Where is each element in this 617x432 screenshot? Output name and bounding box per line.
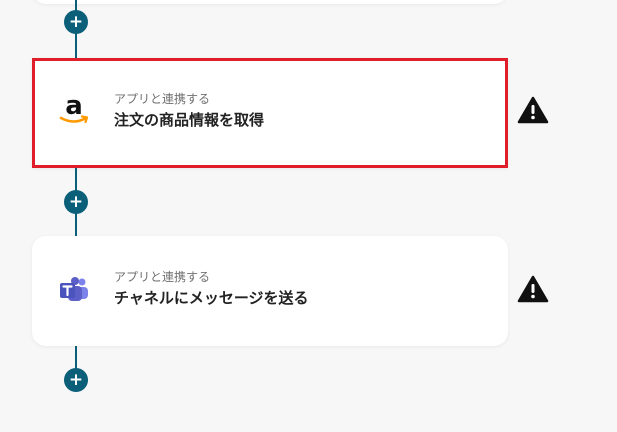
flow-step-teams[interactable]: アプリと連携する チャネルにメッセージを送る — [32, 236, 508, 346]
flow-step-amazon[interactable]: a アプリと連携する 注文の商品情報を取得 — [32, 58, 508, 168]
amazon-logo-icon: a — [56, 94, 92, 130]
step-title: チャネルにメッセージを送る — [114, 289, 309, 307]
previous-step-card[interactable] — [32, 0, 508, 4]
warning-icon[interactable] — [517, 96, 549, 124]
warning-icon[interactable] — [517, 275, 549, 303]
add-step-button[interactable]: + — [64, 368, 88, 392]
add-step-button[interactable]: + — [64, 190, 88, 214]
step-subtitle: アプリと連携する — [114, 270, 211, 284]
add-step-button[interactable]: + — [64, 10, 88, 34]
svg-text:a: a — [65, 95, 83, 121]
microsoft-teams-icon — [56, 272, 92, 308]
step-title: 注文の商品情報を取得 — [114, 111, 265, 129]
step-subtitle: アプリと連携する — [114, 92, 211, 106]
